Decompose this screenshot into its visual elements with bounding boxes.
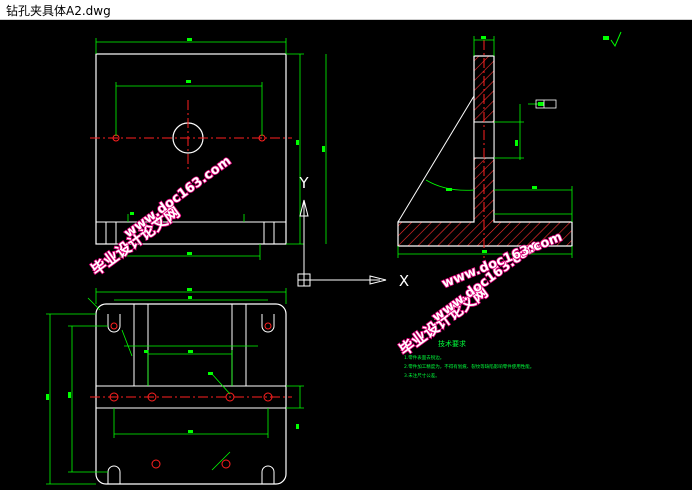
watermark-1-url: www.doc163.com [122,154,235,242]
watermark-1-cn: 毕业设计论文网 [88,203,184,279]
surface-roughness-symbol [603,31,622,48]
notes-line-3: 3.未注尺寸公差。 [404,372,440,379]
drawing-canvas[interactable]: Y X 技术要求 1.零件表面去锐边。 2.零件加工精度为，不得有划痕、裂纹等缺… [0,20,692,490]
ucs-y-label: Y [298,174,309,192]
plan-slot-bottom-left [107,465,121,484]
notes-heading: 技术要求 [438,339,466,348]
notes-line-2: 2.零件加工精度为，不得有划痕、裂纹等缺陷影响零件使用性能。 [404,363,534,370]
front-view-slot-left [105,221,117,245]
cad-drawing[interactable]: Y X 技术要求 1.零件表面去锐边。 2.零件加工精度为，不得有划痕、裂纹等缺… [0,20,692,490]
title-bar: 钻孔夹具体A2.dwg [0,0,692,20]
ucs-icon: Y X [297,174,409,290]
plan-view [46,288,304,485]
side-view-rib [397,95,475,223]
plan-view-outline [95,303,287,485]
watermark-1: 毕业设计论文网 www.doc163.com [87,153,235,280]
plan-view-rib-right [231,303,247,387]
side-view [397,31,622,258]
plan-view-rib-left [133,303,149,387]
ucs-x-label: X [399,272,409,290]
plan-view-dim-text-marks [46,288,299,433]
plan-slot-bottom-right [261,465,275,484]
window-title: 钻孔夹具体A2.dwg [6,4,111,18]
front-view-slot-right [263,221,275,245]
